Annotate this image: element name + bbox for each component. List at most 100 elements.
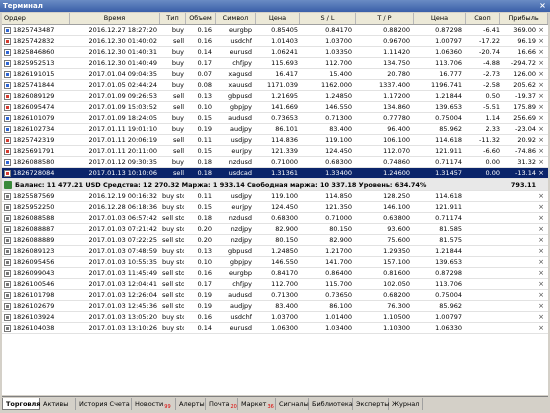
table-row[interactable]: 1826095474 2017.01.09 15:03:52 sell 0.10 gbp… — [2, 102, 548, 113]
table-row[interactable]: 1826099043 2017.01.03 11:45:49 sell stop 0.… — [2, 268, 548, 279]
close-order-icon[interactable]: × — [538, 146, 544, 157]
close-order-icon[interactable]: × — [538, 301, 544, 312]
table-row[interactable]: 1825952513 2016.12.30 01:40:49 buy 0.17 chfj… — [2, 58, 548, 69]
cell-vol: 0.16 — [197, 26, 212, 34]
table-row[interactable]: 1825952250 2016.12.28 06:18:36 buy stop 0.1… — [2, 202, 548, 213]
buy-order-icon — [4, 71, 11, 78]
column-header-vol[interactable]: Объем — [186, 13, 216, 24]
tab-8[interactable]: Библиотека — [309, 398, 353, 410]
cell-time: 2017.01.12 09:30:35 — [88, 158, 157, 166]
table-row[interactable]: 1826089123 2017.01.03 07:48:59 buy stop 0.1… — [2, 246, 548, 257]
cell-tp: 75.600 — [387, 236, 410, 244]
tab-5[interactable]: Почта20 — [206, 398, 238, 410]
column-header-sl[interactable]: S / L — [300, 13, 356, 24]
table-row[interactable]: 1825846860 2016.12.30 01:40:31 buy 0.14 euru… — [2, 47, 548, 58]
cell-cur: 114.618 — [435, 192, 462, 200]
table-row[interactable]: 1826088588 2017.01.03 06:57:42 sell stop 0.… — [2, 213, 548, 224]
close-order-icon[interactable]: × — [538, 202, 544, 213]
close-order-icon[interactable]: × — [538, 312, 544, 323]
table-row[interactable]: 1826102679 2017.01.03 12:45:36 sell stop 0.… — [2, 301, 548, 312]
table-row[interactable]: 1825743487 2016.12.27 18:27:20 buy 0.16 eurg… — [2, 25, 548, 36]
close-icon[interactable]: × — [538, 0, 547, 12]
close-order-icon[interactable]: × — [538, 246, 544, 257]
table-row[interactable]: 1826101079 2017.01.09 18:24:05 buy 0.15 audu… — [2, 113, 548, 124]
close-order-icon[interactable]: × — [538, 80, 544, 91]
table-row[interactable]: 1826101798 2017.01.03 12:26:04 sell stop 0.… — [2, 290, 548, 301]
cell-time: 2016.12.28 06:18:36 — [88, 203, 157, 211]
close-order-icon[interactable]: × — [538, 157, 544, 168]
close-order-icon[interactable]: × — [538, 36, 544, 47]
close-order-icon[interactable]: × — [538, 224, 544, 235]
close-order-icon[interactable]: × — [538, 91, 544, 102]
column-header-cur[interactable]: Цена — [414, 13, 466, 24]
close-order-icon[interactable]: × — [538, 279, 544, 290]
cell-sym: chfjpy — [232, 280, 252, 288]
close-order-icon[interactable]: × — [538, 113, 544, 124]
column-header-tp[interactable]: T / P — [356, 13, 414, 24]
pending-order-icon — [4, 325, 11, 332]
cell-sl: 1.01400 — [325, 313, 352, 321]
cell-tp: 1.10300 — [383, 324, 410, 332]
tab-10[interactable]: Журнал — [389, 398, 423, 410]
cell-sl: 1.21700 — [325, 247, 352, 255]
close-order-icon[interactable]: × — [538, 191, 544, 202]
tab-3[interactable]: Новости99 — [132, 398, 176, 410]
column-header-swap[interactable]: Своп — [466, 13, 500, 24]
close-order-icon[interactable]: × — [538, 69, 544, 80]
close-order-icon[interactable]: × — [538, 168, 544, 179]
tab-4[interactable]: Алерты — [176, 398, 206, 410]
close-order-icon[interactable]: × — [538, 323, 544, 334]
column-header-profit[interactable]: Прибыль — [500, 13, 548, 24]
table-row[interactable]: 1825741844 2017.01.05 02:44:24 buy 0.08 xauu… — [2, 80, 548, 91]
tab-9[interactable]: Эксперты — [353, 398, 389, 410]
close-order-icon[interactable]: × — [538, 25, 544, 36]
table-row[interactable]: 1826103924 2017.01.03 13:05:20 buy stop 0.1… — [2, 312, 548, 323]
cell-sl: 141.700 — [325, 258, 352, 266]
tab-0[interactable]: Торговля — [2, 398, 40, 410]
cell-price: 124.450 — [271, 203, 298, 211]
window-title-bar[interactable]: Терминал × — [0, 0, 550, 12]
table-row[interactable]: 1826088580 2017.01.12 09:30:35 buy 0.18 nzdu… — [2, 157, 548, 168]
close-order-icon[interactable]: × — [538, 102, 544, 113]
close-order-icon[interactable]: × — [538, 290, 544, 301]
table-row[interactable]: 1826100546 2017.01.03 12:04:41 sell stop 0.… — [2, 279, 548, 290]
table-row[interactable]: 1825742319 2017.01.11 20:06:19 sell 0.11 usd… — [2, 135, 548, 146]
column-header-sym[interactable]: Символ — [216, 13, 256, 24]
tab-6[interactable]: Маркет36 — [238, 398, 276, 410]
column-header-id[interactable]: Ордер — [2, 13, 70, 24]
close-order-icon[interactable]: × — [538, 213, 544, 224]
close-order-icon[interactable]: × — [538, 124, 544, 135]
table-row[interactable]: 1826191015 2017.01.04 09:04:35 buy 0.07 xagu… — [2, 69, 548, 80]
cell-sl: 80.150 — [329, 225, 352, 233]
table-row[interactable]: 1826102734 2017.01.11 19:01:10 buy 0.19 audj… — [2, 124, 548, 135]
cell-swap: -11.32 — [479, 136, 500, 144]
close-order-icon[interactable]: × — [538, 47, 544, 58]
table-row[interactable]: 1826088889 2017.01.03 07:22:25 sell stop 0.… — [2, 235, 548, 246]
table-row[interactable]: 1826728084 2017.01.13 10:10:06 sell 0.18 usd… — [2, 168, 548, 179]
table-row[interactable]: 1825691791 2017.01.11 20:11:00 sell 0.15 eur… — [2, 146, 548, 157]
table-row[interactable]: 1826088887 2017.01.03 07:21:42 buy stop 0.2… — [2, 224, 548, 235]
pending-order-icon — [4, 292, 11, 299]
column-header-type[interactable]: Тип — [160, 13, 186, 24]
table-row[interactable]: 1825742832 2016.12.30 01:40:02 sell 0.16 usd… — [2, 36, 548, 47]
cell-sym: usdchf — [230, 313, 252, 321]
tab-7[interactable]: Сигналы — [276, 398, 309, 410]
close-order-icon[interactable]: × — [538, 257, 544, 268]
cell-price: 1.06241 — [271, 48, 298, 56]
column-header-time[interactable]: Время — [70, 13, 160, 24]
cell-time: 2017.01.09 18:24:05 — [88, 114, 157, 122]
cell-tp: 0.74860 — [383, 158, 410, 166]
cell-id: 1826095474 — [13, 103, 55, 111]
column-header-price[interactable]: Цена — [256, 13, 300, 24]
close-order-icon[interactable]: × — [538, 58, 544, 69]
close-order-icon[interactable]: × — [538, 235, 544, 246]
table-row[interactable]: 1825587569 2016.12.19 00:16:32 buy stop 0.1… — [2, 191, 548, 202]
tab-1[interactable]: Активы — [40, 398, 76, 410]
tab-2[interactable]: История Счета — [76, 398, 132, 410]
cell-price: 0.73653 — [271, 114, 298, 122]
table-row[interactable]: 1826104038 2017.01.03 13:10:26 buy stop 0.1… — [2, 323, 548, 334]
table-row[interactable]: 1826095456 2017.01.03 10:55:35 buy stop 0.1… — [2, 257, 548, 268]
close-order-icon[interactable]: × — [538, 268, 544, 279]
table-row[interactable]: 1826089129 2017.01.09 09:26:53 sell 0.13 gbp… — [2, 91, 548, 102]
close-order-icon[interactable]: × — [538, 135, 544, 146]
